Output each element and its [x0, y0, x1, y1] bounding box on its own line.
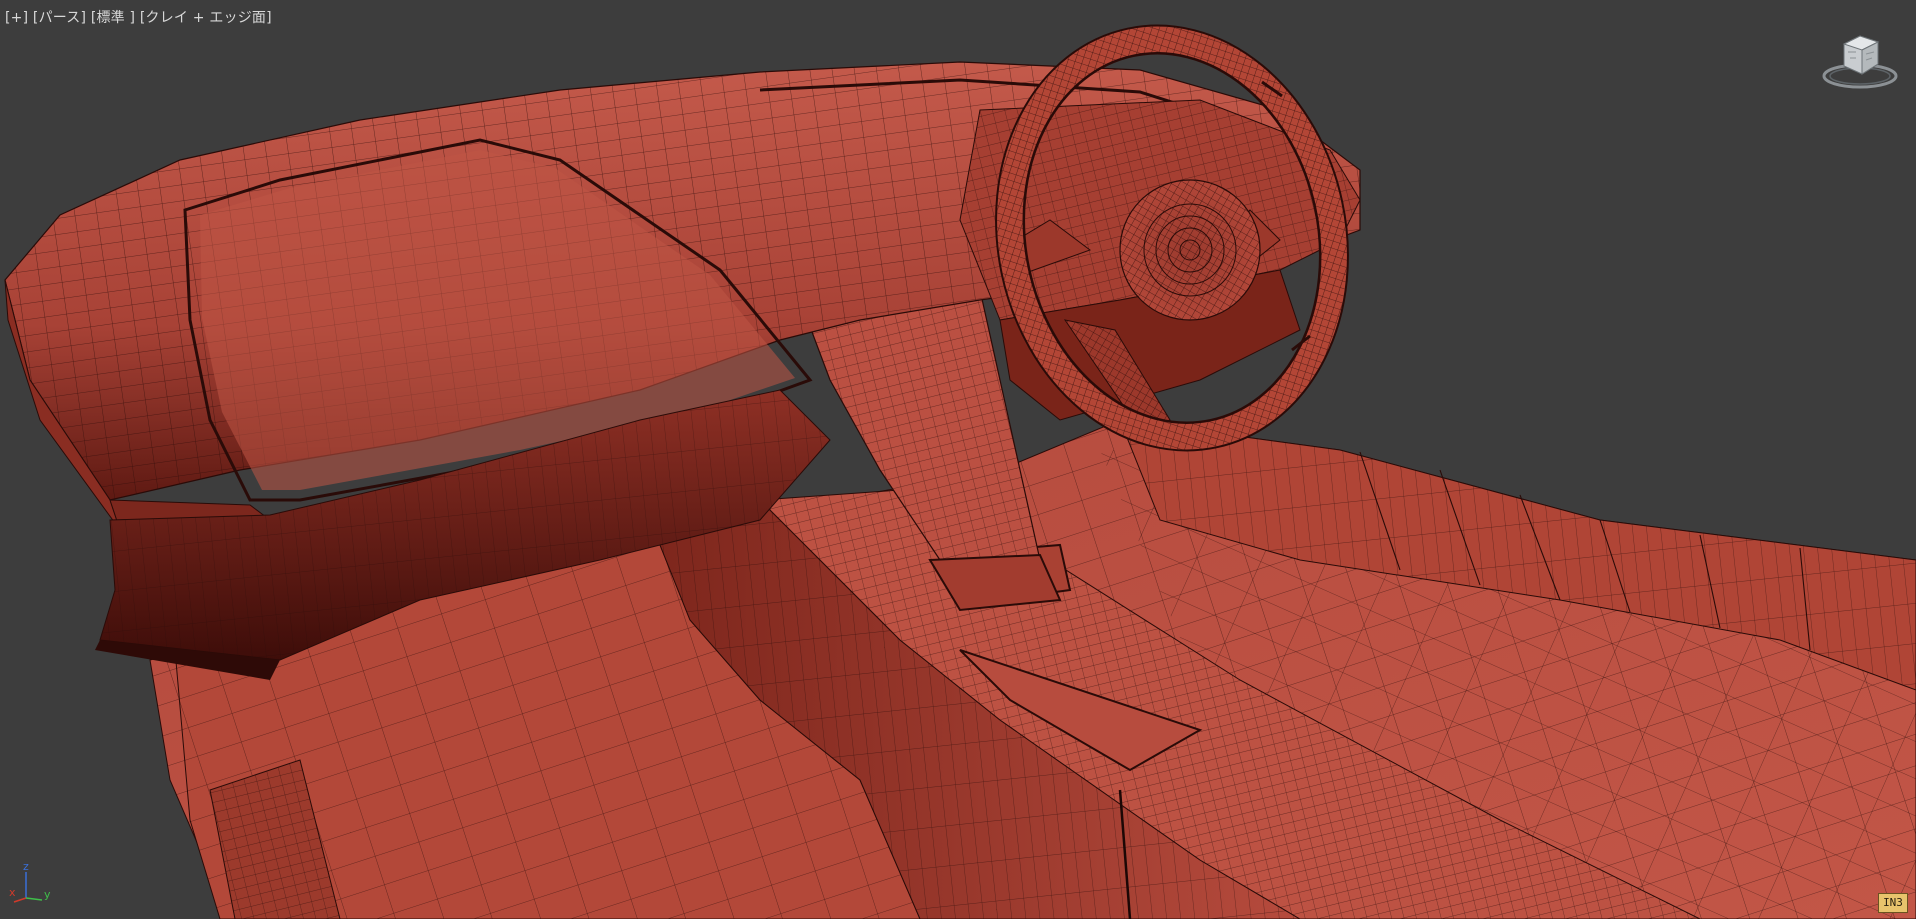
axis-z-label: z [23, 860, 29, 873]
axis-y-label: y [44, 888, 51, 901]
axis-tripod: z x y [8, 860, 58, 912]
3d-viewport[interactable]: [+] [パース] [標準 ] [クレイ + エッジ面] z x y IN3 [0, 0, 1916, 919]
viewport-label: [+] [パース] [標準 ] [クレイ + エッジ面] [5, 7, 272, 27]
axis-x-label: x [9, 886, 16, 899]
viewport-shading-quality-button[interactable]: [標準 ] [91, 10, 135, 26]
viewport-view-button[interactable]: [パース] [33, 10, 86, 26]
viewport-menu-button[interactable]: [+] [5, 10, 28, 26]
interior-mesh-render[interactable] [0, 0, 1916, 919]
viewport-shading-mode-button[interactable]: [クレイ + エッジ面] [140, 10, 272, 26]
viewcube-icon[interactable] [1820, 30, 1900, 92]
corner-badge: IN3 [1878, 893, 1908, 913]
